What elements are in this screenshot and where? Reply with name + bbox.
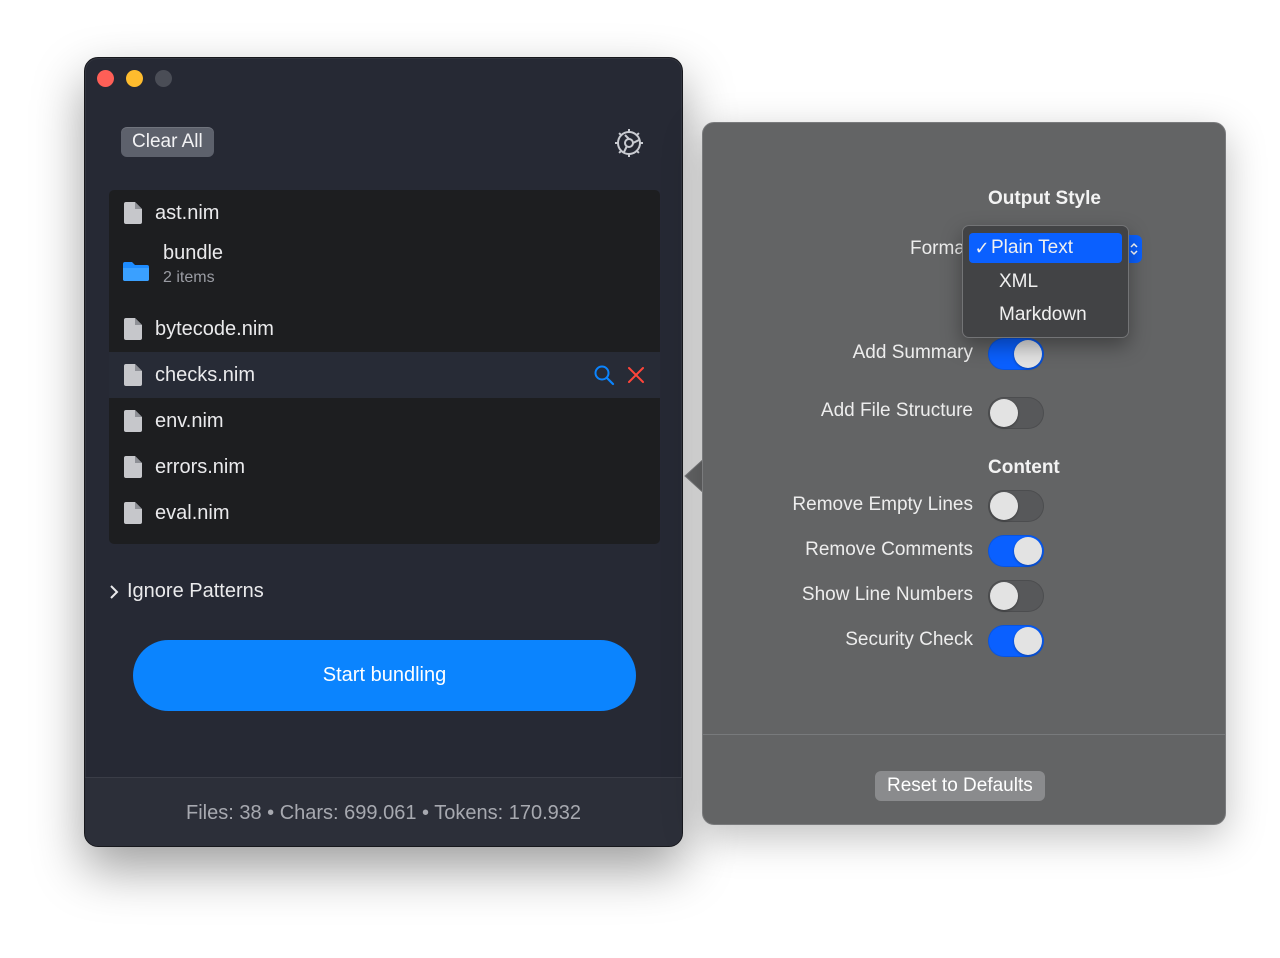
start-bundling-button[interactable]: Start bundling (133, 640, 636, 711)
ignore-patterns-label: Ignore Patterns (127, 580, 264, 602)
search-icon[interactable] (593, 364, 615, 386)
format-option-plain-text[interactable]: ✓ Plain Text (969, 233, 1122, 263)
list-item[interactable]: bytecode.nim (109, 306, 660, 352)
footer-stats: Files: 38 • Chars: 699.061 • Tokens: 170… (186, 801, 581, 824)
file-name: env.nim (155, 409, 224, 432)
list-item[interactable]: eval.nim (109, 490, 660, 536)
chevron-right-icon (110, 584, 119, 599)
format-option-markdown[interactable]: Markdown (969, 300, 1122, 330)
add-summary-label: Add Summary (852, 342, 973, 363)
file-icon (124, 202, 142, 224)
file-list: ast.nim bundle 2 items bytecode.nim chec… (109, 190, 660, 544)
main-window: Clear All ast.nim bundle 2 items bytecod… (84, 57, 683, 847)
file-icon (124, 502, 142, 524)
content-title: Content (988, 457, 1060, 478)
format-dropdown-menu: ✓ Plain Text XML Markdown (962, 225, 1129, 338)
file-name: bytecode.nim (155, 317, 274, 340)
folder-icon (123, 262, 149, 281)
list-item[interactable]: ast.nim (109, 190, 660, 236)
window-controls (97, 70, 172, 87)
popover-divider (703, 734, 1225, 735)
close-icon[interactable] (626, 365, 646, 385)
add-file-structure-toggle[interactable] (988, 397, 1044, 429)
list-item[interactable]: env.nim (109, 398, 660, 444)
file-name: errors.nim (155, 455, 246, 478)
list-item[interactable]: bundle 2 items (109, 236, 660, 306)
reset-to-defaults-button[interactable]: Reset to Defaults (875, 771, 1045, 801)
ignore-patterns-disclosure[interactable]: Ignore Patterns (109, 580, 264, 603)
security-check-toggle[interactable] (988, 625, 1044, 657)
remove-comments-toggle[interactable] (988, 535, 1044, 567)
add-summary-toggle[interactable] (988, 338, 1044, 370)
file-icon (124, 410, 142, 432)
list-item-selected[interactable]: checks.nim (109, 352, 660, 398)
folder-name: bundle (163, 242, 224, 264)
status-footer: Files: 38 • Chars: 699.061 • Tokens: 170… (85, 778, 682, 846)
file-name: checks.nim (155, 363, 256, 386)
file-icon (124, 456, 142, 478)
output-style-title: Output Style (988, 188, 1101, 209)
checkmark-icon: ✓ (974, 237, 990, 258)
list-item[interactable]: errors.nim (109, 444, 660, 490)
format-option-xml[interactable]: XML (969, 267, 1122, 297)
file-name: eval.nim (155, 501, 230, 524)
remove-empty-lines-label: Remove Empty Lines (792, 494, 973, 515)
gear-icon[interactable] (612, 126, 646, 160)
show-line-numbers-label: Show Line Numbers (801, 584, 973, 605)
show-line-numbers-toggle[interactable] (988, 580, 1044, 612)
security-check-label: Security Check (845, 629, 973, 650)
close-window-button[interactable] (97, 70, 114, 87)
remove-empty-lines-toggle[interactable] (988, 490, 1044, 522)
zoom-window-button[interactable] (155, 70, 172, 87)
file-icon (124, 364, 142, 386)
chevron-updown-icon (1130, 242, 1138, 256)
folder-item-count: 2 items (163, 269, 215, 286)
add-file-structure-label: Add File Structure (820, 400, 973, 421)
file-icon (124, 318, 142, 340)
file-name: ast.nim (155, 201, 220, 224)
clear-all-button[interactable]: Clear All (121, 127, 214, 157)
minimize-window-button[interactable] (126, 70, 143, 87)
remove-comments-label: Remove Comments (805, 539, 973, 560)
